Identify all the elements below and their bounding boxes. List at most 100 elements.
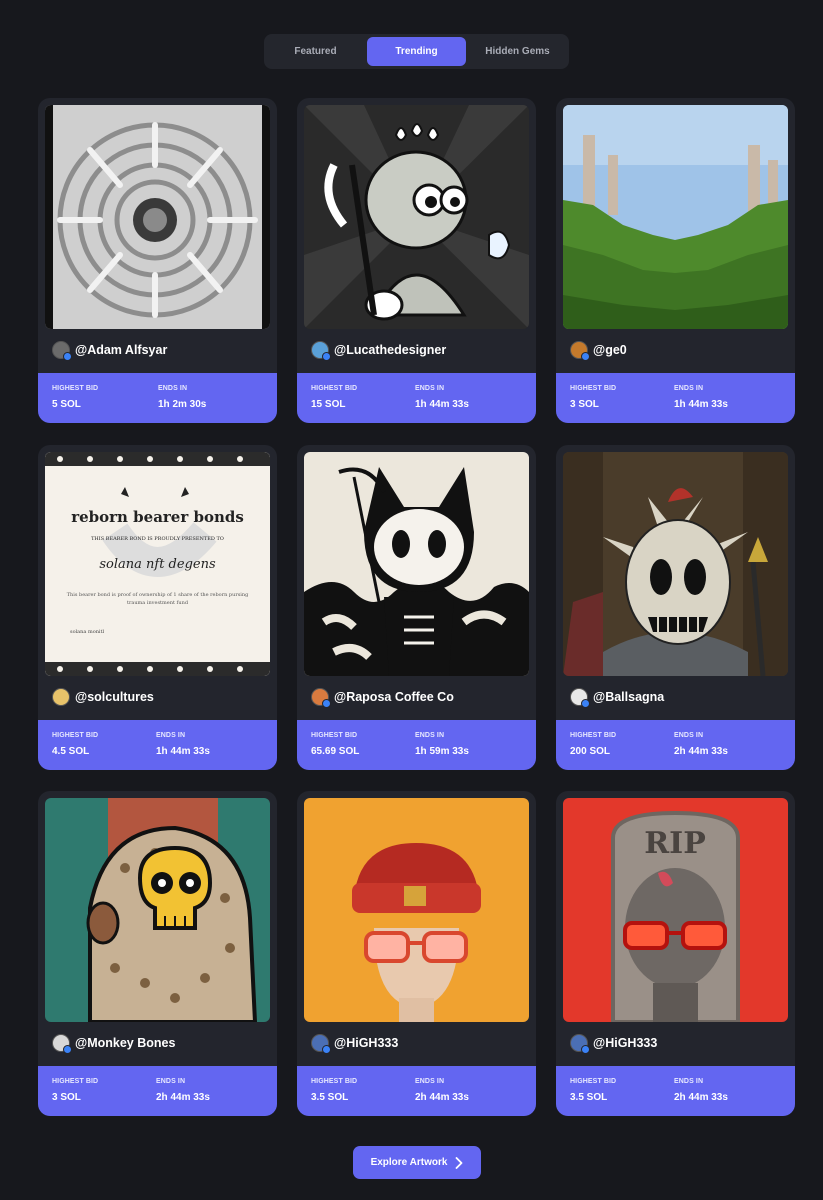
owner-info[interactable]: @Raposa Coffee Co <box>311 688 454 708</box>
artwork-image[interactable] <box>304 798 529 1022</box>
owner-info[interactable]: @solcultures <box>52 688 154 706</box>
abstract-spiral-art <box>45 105 270 329</box>
highest-bid-value: 65.69 SOL <box>311 746 360 757</box>
beanie-character-art <box>304 798 529 1022</box>
nft-card[interactable]: @HiGH333 HIGHEST BID 3.5 SOL ENDS IN 2h … <box>297 791 536 1116</box>
bid-panel: HIGHEST BID 3.5 SOL ENDS IN 2h 44m 33s <box>556 1066 795 1116</box>
tab-featured[interactable]: Featured <box>267 37 364 66</box>
nft-card[interactable]: reborn bearer bonds THIS BEARER BOND IS … <box>38 445 277 770</box>
ends-in-value: 1h 44m 33s <box>674 399 728 410</box>
artwork-image[interactable] <box>45 105 270 329</box>
pixel-landscape-art <box>563 105 788 329</box>
tab-trending[interactable]: Trending <box>367 37 466 66</box>
ends-in-label: ENDS IN <box>674 1078 704 1085</box>
bid-panel: HIGHEST BID 65.69 SOL ENDS IN 1h 59m 33s <box>297 720 536 770</box>
owner-name[interactable]: @HiGH333 <box>593 1036 657 1050</box>
ends-in-value: 1h 44m 33s <box>415 399 469 410</box>
nft-card[interactable]: @Lucathedesigner HIGHEST BID 15 SOL ENDS… <box>297 98 536 423</box>
highest-bid-label: HIGHEST BID <box>311 385 358 392</box>
bid-panel: HIGHEST BID 4.5 SOL ENDS IN 1h 44m 33s <box>38 720 277 770</box>
highest-bid-value: 3.5 SOL <box>570 1092 608 1103</box>
highest-bid-label: HIGHEST BID <box>570 1078 617 1085</box>
highest-bid-label: HIGHEST BID <box>570 385 617 392</box>
explore-artwork-button[interactable]: Explore Artwork <box>353 1146 481 1179</box>
artwork-image[interactable] <box>45 798 270 1022</box>
nft-card[interactable]: RIP @HiGH333 HIGHEST BID 3.5 SOL ENDS IN… <box>556 791 795 1116</box>
owner-name[interactable]: @ge0 <box>593 343 627 357</box>
owner-info[interactable]: @ge0 <box>570 341 627 361</box>
owner-info[interactable]: @Ballsagna <box>570 688 664 708</box>
ends-in-label: ENDS IN <box>156 732 186 739</box>
owner-name[interactable]: @Monkey Bones <box>75 1036 175 1050</box>
ends-in-value: 1h 2m 30s <box>158 399 207 410</box>
nft-card[interactable]: @Ballsagna HIGHEST BID 200 SOL ENDS IN 2… <box>556 445 795 770</box>
owner-info[interactable]: @Adam Alfsyar <box>52 341 167 361</box>
bid-panel: HIGHEST BID 200 SOL ENDS IN 2h 44m 33s <box>556 720 795 770</box>
nft-card[interactable]: @Adam Alfsyar HIGHEST BID 5 SOL ENDS IN … <box>38 98 277 423</box>
highest-bid-value: 4.5 SOL <box>52 746 90 757</box>
nft-card[interactable]: @ge0 HIGHEST BID 3 SOL ENDS IN 1h 44m 33… <box>556 98 795 423</box>
tombstone-text: RIP <box>644 826 706 861</box>
highest-bid-label: HIGHEST BID <box>52 732 99 739</box>
owner-avatar <box>570 688 590 708</box>
owner-info[interactable]: @HiGH333 <box>311 1034 398 1054</box>
owner-info[interactable]: @Monkey Bones <box>52 1034 175 1054</box>
highest-bid-label: HIGHEST BID <box>52 385 99 392</box>
highest-bid-value: 15 SOL <box>311 399 346 410</box>
verified-badge-icon <box>581 1045 590 1054</box>
verified-badge-icon <box>581 352 590 361</box>
certificate-body-2: trauma investment fund <box>126 600 189 606</box>
certificate-title: reborn bearer bonds <box>71 508 244 526</box>
ends-in-value: 1h 59m 33s <box>415 746 469 757</box>
owner-name[interactable]: @Lucathedesigner <box>334 343 446 357</box>
bid-panel: HIGHEST BID 5 SOL ENDS IN 1h 2m 30s <box>38 373 277 423</box>
owner-avatar <box>311 341 331 361</box>
verified-badge-icon <box>63 352 72 361</box>
ends-in-value: 2h 44m 33s <box>415 1092 469 1103</box>
highest-bid-value: 5 SOL <box>52 399 81 410</box>
verified-badge-icon <box>581 699 590 708</box>
ends-in-label: ENDS IN <box>158 385 188 392</box>
artwork-image[interactable] <box>563 452 788 676</box>
bid-panel: HIGHEST BID 15 SOL ENDS IN 1h 44m 33s <box>297 373 536 423</box>
bid-panel: HIGHEST BID 3 SOL ENDS IN 1h 44m 33s <box>556 373 795 423</box>
ends-in-label: ENDS IN <box>674 385 704 392</box>
explore-artwork-label: Explore Artwork <box>370 1157 448 1168</box>
owner-name[interactable]: @Raposa Coffee Co <box>334 690 454 704</box>
highest-bid-label: HIGHEST BID <box>311 1078 358 1085</box>
ends-in-label: ENDS IN <box>674 732 704 739</box>
owner-name[interactable]: @solcultures <box>75 690 154 704</box>
highest-bid-value: 3 SOL <box>570 399 599 410</box>
artwork-image[interactable]: reborn bearer bonds THIS BEARER BOND IS … <box>45 452 270 676</box>
nft-card[interactable]: @Monkey Bones HIGHEST BID 3 SOL ENDS IN … <box>38 791 277 1116</box>
ends-in-value: 2h 44m 33s <box>674 1092 728 1103</box>
owner-avatar <box>52 688 70 706</box>
skeleton-character-art <box>304 105 529 329</box>
owner-name[interactable]: @Ballsagna <box>593 690 664 704</box>
ends-in-value: 2h 44m 33s <box>674 746 728 757</box>
tab-hidden-gems[interactable]: Hidden Gems <box>469 37 566 66</box>
owner-info[interactable]: @HiGH333 <box>570 1034 657 1054</box>
artwork-image[interactable] <box>563 105 788 329</box>
bid-panel: HIGHEST BID 3.5 SOL ENDS IN 2h 44m 33s <box>297 1066 536 1116</box>
owner-avatar <box>311 1034 331 1054</box>
certificate-presented: THIS BEARER BOND IS PROUDLY PRESENTED TO <box>91 536 224 542</box>
owner-name[interactable]: @HiGH333 <box>334 1036 398 1050</box>
owner-name[interactable]: @Adam Alfsyar <box>75 343 167 357</box>
nft-card[interactable]: @Raposa Coffee Co HIGHEST BID 65.69 SOL … <box>297 445 536 770</box>
highest-bid-label: HIGHEST BID <box>311 732 358 739</box>
ends-in-label: ENDS IN <box>415 1078 445 1085</box>
highest-bid-value: 200 SOL <box>570 746 611 757</box>
owner-avatar <box>52 341 72 361</box>
artwork-image[interactable]: RIP <box>563 798 788 1022</box>
owner-avatar <box>52 1034 72 1054</box>
owner-avatar <box>570 1034 590 1054</box>
artwork-image[interactable] <box>304 105 529 329</box>
tombstone-head-art: RIP <box>563 798 788 1022</box>
certificate-body: This bearer bond is proof of ownership o… <box>66 592 249 598</box>
bid-panel: HIGHEST BID 3 SOL ENDS IN 2h 44m 33s <box>38 1066 277 1116</box>
owner-avatar <box>570 341 590 361</box>
artwork-image[interactable] <box>304 452 529 676</box>
ends-in-label: ENDS IN <box>415 732 445 739</box>
owner-info[interactable]: @Lucathedesigner <box>311 341 446 361</box>
